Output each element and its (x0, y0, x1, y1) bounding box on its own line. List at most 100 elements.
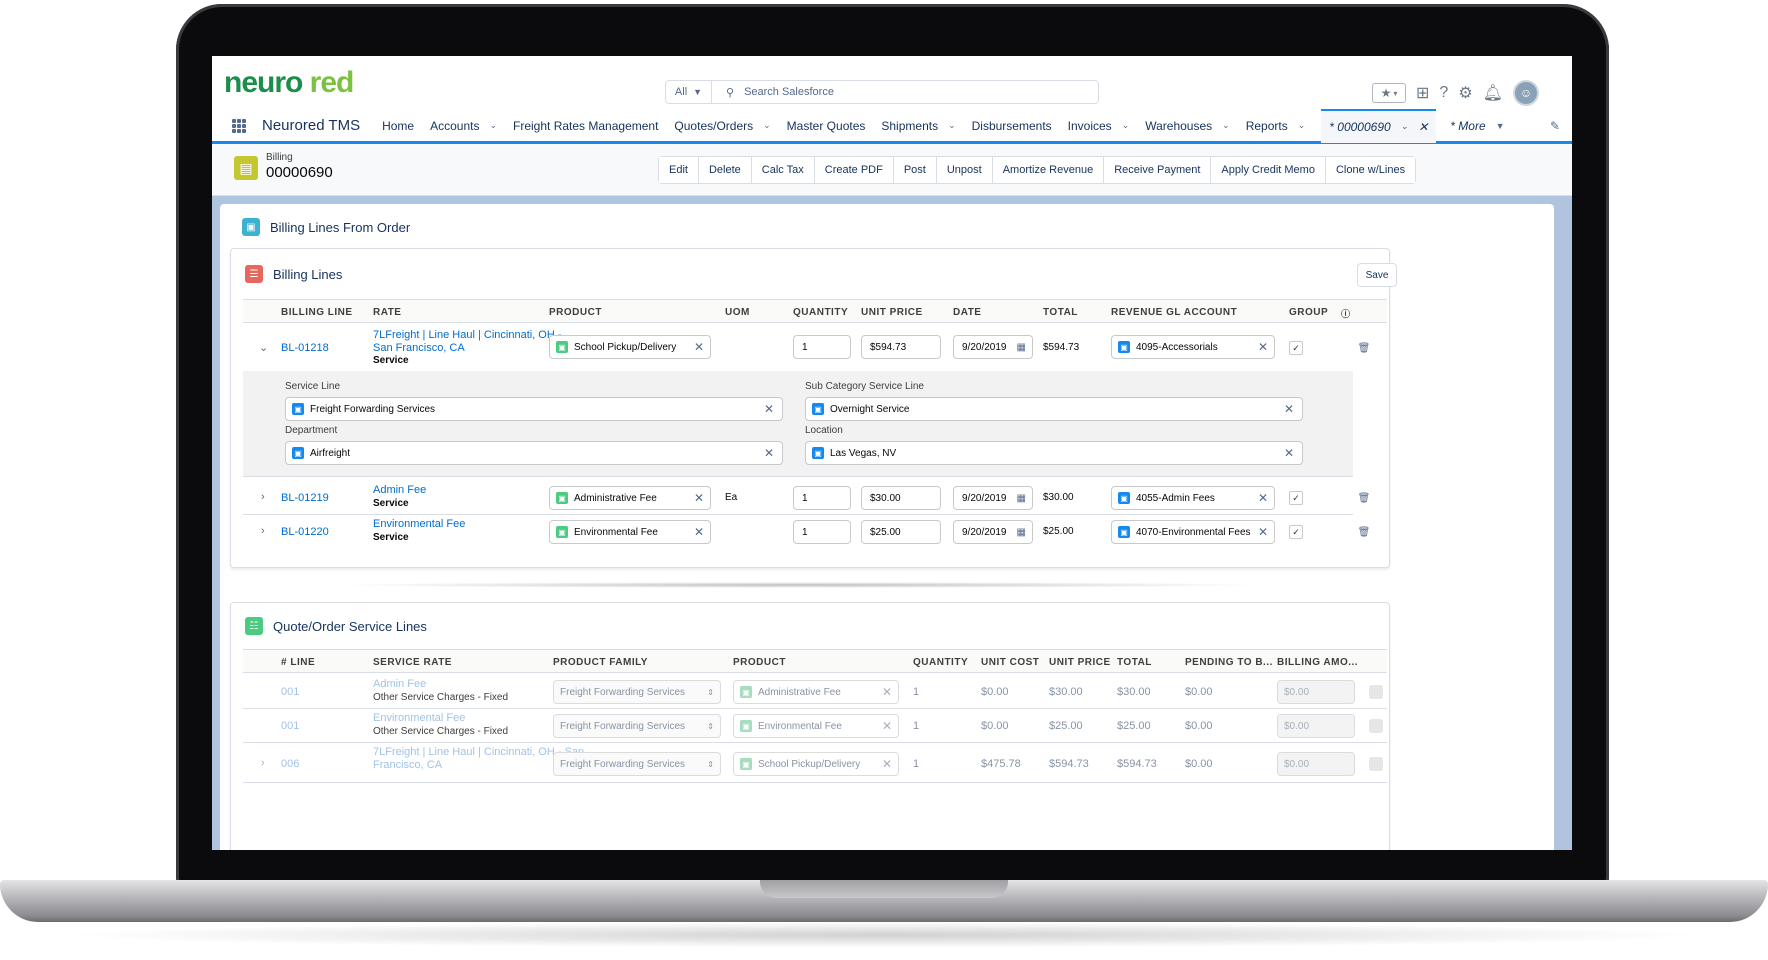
service-line-lookup[interactable]: ▣ Freight Forwarding Services ✕ (285, 397, 783, 421)
delete-button[interactable]: Delete (698, 157, 752, 183)
close-icon[interactable]: ✕ (1284, 446, 1294, 460)
chevron-down-icon[interactable]: ⌄ (1122, 120, 1130, 131)
select-checkbox[interactable] (1369, 719, 1383, 733)
gear-icon[interactable]: ⚙ (1458, 83, 1472, 103)
group-checkbox[interactable]: ✓ (1289, 525, 1303, 539)
service-rate-link-line2[interactable]: Francisco, CA (373, 759, 442, 771)
gl-account-lookup[interactable]: ▣ 4070-Environmental Fees ✕ (1111, 520, 1275, 544)
rate-link[interactable]: 7LFreight | Line Haul | Cincinnati, OH - (373, 329, 562, 341)
chevron-down-icon[interactable]: ⌄ (1298, 120, 1306, 131)
nav-item-master-quotes[interactable]: Master Quotes (787, 119, 866, 133)
select-checkbox[interactable] (1369, 685, 1383, 699)
save-button[interactable]: Save (1357, 263, 1397, 287)
select-checkbox[interactable] (1369, 757, 1383, 771)
quantity-input[interactable]: 1 (793, 486, 851, 510)
close-icon[interactable]: ✕ (1258, 340, 1268, 354)
close-icon[interactable]: ✕ (1258, 525, 1268, 539)
product-lookup[interactable]: ▣ School Pickup/Delivery ✕ (733, 752, 899, 776)
nav-item-home[interactable]: Home (382, 119, 414, 133)
billing-line-id[interactable]: BL-01220 (281, 526, 329, 538)
unpost-button[interactable]: Unpost (936, 157, 993, 183)
nav-more[interactable]: * More ▼ (1450, 119, 1504, 133)
pencil-icon[interactable]: ✎ (1550, 119, 1560, 133)
calendar-icon[interactable]: ▦ (1017, 527, 1026, 538)
close-icon[interactable]: ✕ (1284, 402, 1294, 416)
line-number[interactable]: 001 (281, 686, 299, 698)
product-family-select[interactable]: Freight Forwarding Services ⇕ (553, 752, 721, 776)
location-lookup[interactable]: ▣ Las Vegas, NV ✕ (805, 441, 1303, 465)
clone-w-lines-button[interactable]: Clone w/Lines (1325, 157, 1416, 183)
receive-payment-button[interactable]: Receive Payment (1104, 157, 1212, 183)
product-lookup[interactable]: ▣ Administrative Fee ✕ (733, 680, 899, 704)
rate-link-line2[interactable]: San Francisco, CA (373, 342, 465, 354)
chevron-down-icon[interactable]: ⌄ (948, 120, 956, 131)
date-input[interactable]: 9/20/2019 ▦ (953, 335, 1033, 359)
amortize-revenue-button[interactable]: Amortize Revenue (992, 157, 1105, 183)
search-scope-select[interactable]: All ▼ (666, 81, 712, 103)
close-icon[interactable]: ✕ (764, 402, 774, 416)
trash-icon[interactable]: 🗑︎ (1357, 491, 1371, 505)
trash-icon[interactable]: 🗑︎ (1357, 341, 1371, 355)
chevron-down-icon[interactable]: ⌄ (489, 120, 497, 131)
nav-item-invoices[interactable]: Invoices ⌄ (1068, 119, 1130, 133)
billing-amount-input[interactable]: $0.00 (1277, 714, 1355, 738)
close-icon[interactable]: ✕ (764, 446, 774, 460)
product-family-select[interactable]: Freight Forwarding Services ⇕ (553, 714, 721, 738)
trash-icon[interactable]: 🗑︎ (1357, 525, 1371, 539)
nav-item-freight-rates-management[interactable]: Freight Rates Management (513, 119, 658, 133)
rate-link[interactable]: Environmental Fee (373, 518, 465, 530)
product-lookup[interactable]: ▣ Environmental Fee ✕ (733, 714, 899, 738)
line-number[interactable]: 001 (281, 720, 299, 732)
nav-item-accounts[interactable]: Accounts ⌄ (430, 119, 497, 133)
plus-icon[interactable]: ⊞ (1416, 83, 1429, 103)
avatar[interactable]: ☺ (1512, 80, 1539, 106)
date-input[interactable]: 9/20/2019 ▦ (953, 520, 1033, 544)
chevron-right-icon[interactable]: › (261, 757, 265, 769)
date-input[interactable]: 9/20/2019 ▦ (953, 486, 1033, 510)
billing-amount-input[interactable]: $0.00 (1277, 752, 1355, 776)
product-lookup[interactable]: ▣ Administrative Fee ✕ (549, 486, 711, 510)
close-icon[interactable]: ✕ (694, 340, 704, 354)
create-pdf-button[interactable]: Create PDF (814, 157, 894, 183)
chevron-right-icon[interactable]: › (261, 525, 265, 537)
chevron-down-icon[interactable]: ⌄ (1222, 120, 1230, 131)
billing-line-id[interactable]: BL-01218 (281, 342, 329, 354)
calendar-icon[interactable]: ▦ (1017, 342, 1026, 353)
calc-tax-button[interactable]: Calc Tax (751, 157, 815, 183)
unit-price-input[interactable]: $30.00 (861, 486, 941, 510)
chevron-right-icon[interactable]: › (261, 491, 265, 503)
service-rate-link[interactable]: Admin Fee (373, 678, 426, 690)
line-number[interactable]: 006 (281, 758, 299, 770)
chevron-down-icon[interactable]: ⌄ (259, 341, 268, 354)
department-lookup[interactable]: ▣ Airfreight ✕ (285, 441, 783, 465)
close-icon[interactable]: ✕ (882, 685, 892, 699)
group-checkbox[interactable]: ✓ (1289, 491, 1303, 505)
close-icon[interactable]: ✕ (694, 525, 704, 539)
close-icon[interactable]: ✕ (1258, 491, 1268, 505)
billing-amount-input[interactable]: $0.00 (1277, 680, 1355, 704)
nav-item-disbursements[interactable]: Disbursements (972, 119, 1052, 133)
nav-item-shipments[interactable]: Shipments ⌄ (881, 119, 955, 133)
star-icon[interactable]: ★ ▾ (1372, 83, 1406, 103)
rate-link[interactable]: Admin Fee (373, 484, 426, 496)
gl-account-lookup[interactable]: ▣ 4055-Admin Fees ✕ (1111, 486, 1275, 510)
nav-item-warehouses[interactable]: Warehouses ⌄ (1145, 119, 1229, 133)
product-family-select[interactable]: Freight Forwarding Services ⇕ (553, 680, 721, 704)
question-icon[interactable]: ? (1439, 84, 1448, 102)
info-icon[interactable]: ⓘ (1341, 307, 1351, 320)
unit-price-input[interactable]: $594.73 (861, 335, 941, 359)
edit-button[interactable]: Edit (659, 157, 699, 183)
close-icon[interactable]: ✕ (882, 719, 892, 733)
apply-credit-memo-button[interactable]: Apply Credit Memo (1211, 157, 1326, 183)
sub-category-lookup[interactable]: ▣ Overnight Service ✕ (805, 397, 1303, 421)
app-launcher-icon[interactable] (232, 118, 246, 133)
global-search[interactable]: All ▼ ⚲ Search Salesforce (665, 80, 1099, 104)
post-button[interactable]: Post (893, 157, 937, 183)
bell-icon[interactable]: 🔔︎ (1483, 83, 1503, 103)
close-icon[interactable]: ✕ (882, 757, 892, 771)
close-icon[interactable]: ✕ (1418, 120, 1428, 134)
gl-account-lookup[interactable]: ▣ 4095-Accessorials ✕ (1111, 335, 1275, 359)
nav-item-reports[interactable]: Reports ⌄ (1246, 119, 1306, 133)
group-checkbox[interactable]: ✓ (1289, 341, 1303, 355)
product-lookup[interactable]: ▣ School Pickup/Delivery ✕ (549, 335, 711, 359)
